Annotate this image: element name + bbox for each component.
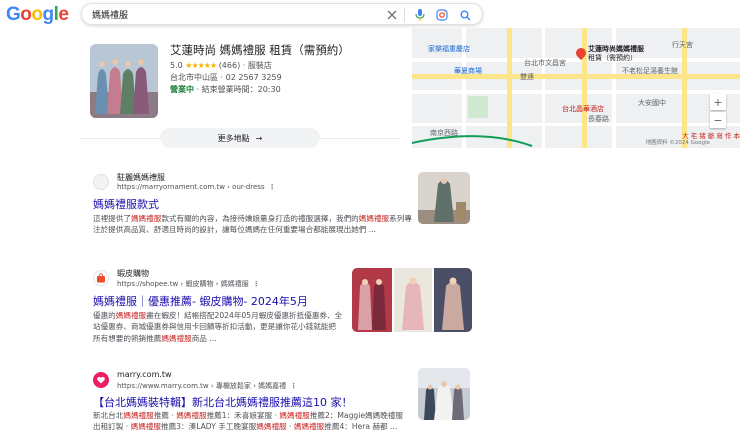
snippet-text: 推薦3：湊LADY 手工晚宴服	[161, 422, 257, 432]
result-thumbnail[interactable]	[418, 172, 470, 224]
search-divider	[404, 8, 405, 22]
more-options-icon[interactable]: ⋮	[253, 280, 260, 288]
header: Google	[0, 0, 740, 28]
shopee-favicon-icon	[93, 270, 109, 286]
business-name[interactable]: 艾蓮時尚 媽媽禮服 租賃（需預約）	[170, 42, 350, 58]
more-options-icon[interactable]: ⋮	[269, 183, 276, 191]
snippet-highlight: 媽媽禮服	[358, 214, 390, 223]
search-result[interactable]: marry.com.tw https://www.marry.com.tw › …	[93, 370, 413, 448]
product-thumbnail[interactable]	[434, 268, 472, 332]
result-snippet: 這裡提供了媽媽禮服款式有關的內容，為接待嬌娘量身打造的禮服選擇，我們的媽媽禮服系…	[93, 213, 413, 236]
site-url[interactable]: https://www.marry.com.tw › 專欄放鬆家 › 媽媽嘉禮 ⋮	[117, 381, 297, 391]
google-logo[interactable]: Google	[6, 4, 69, 26]
business-photo[interactable]	[90, 44, 158, 118]
map-label-shop2[interactable]: 租賃（需預約）	[588, 53, 637, 63]
result-snippet: 優惠的媽媽禮服盡在蝦皮！結帳搭配2024年05月蝦皮優惠折抵優惠券、全站優惠券、…	[93, 310, 343, 344]
map-label-dalong: 大安國中	[638, 99, 666, 107]
snippet-highlight: 媽媽禮服	[176, 411, 207, 420]
business-hours: 營業中 · 結束營業時間：20:30	[170, 84, 281, 95]
logo-letter: o	[20, 4, 32, 25]
site-name[interactable]: 蝦皮購物	[117, 268, 149, 279]
logo-letter: g	[42, 4, 55, 25]
more-places-label: 更多地點	[217, 133, 250, 143]
search-input[interactable]	[92, 7, 362, 22]
site-url[interactable]: https://shopee.tw › 蝦皮購物 › 媽媽禮服 ⋮	[117, 279, 260, 289]
voice-search-icon[interactable]	[412, 7, 428, 23]
site-url[interactable]: https://marryornament.com.tw › our-dress…	[117, 183, 276, 191]
site-favicon-icon	[93, 174, 109, 190]
search-result[interactable]: 蝦皮購物 https://shopee.tw › 蝦皮購物 › 媽媽禮服 ⋮ 媽媽…	[93, 268, 353, 352]
zoom-out-button[interactable]: −	[710, 112, 726, 128]
business-category: · 服裝店	[242, 61, 272, 70]
lens-search-icon[interactable]	[434, 7, 450, 23]
snippet-highlight: 媽媽禮服	[115, 311, 147, 320]
map-label-nanjing: 南京西路	[430, 129, 458, 137]
logo-letter: G	[6, 4, 21, 25]
snippet-highlight: 媽媽禮服	[130, 214, 162, 223]
search-result[interactable]: 駐麗媽媽禮服 https://marryornament.com.tw › ou…	[93, 172, 423, 250]
result-snippet: 新北台北媽媽禮服推薦 · 媽媽禮服推薦1：禾喜娘宴服 · 媽媽禮服推薦2：Mag…	[93, 410, 405, 433]
more-places-button[interactable]: 更多地點 →	[160, 128, 320, 148]
clear-icon[interactable]	[384, 7, 400, 23]
map-label-xingtian[interactable]: 行天宮	[672, 40, 693, 50]
zoom-in-button[interactable]: +	[710, 94, 726, 110]
map-label-taipei-hotel[interactable]: 台北晶華酒店	[562, 104, 604, 114]
snippet-text: 款式有關的內容，為接待嬌娘量身打造的禮服選擇，我們的	[161, 214, 359, 223]
result-title[interactable]: 媽媽禮服｜優惠推薦- 蝦皮購物- 2024年5月	[93, 293, 308, 309]
snippet-highlight: 媽媽禮服	[130, 422, 161, 432]
closing-time: · 結束營業時間：20:30	[194, 85, 281, 94]
more-options-icon[interactable]: ⋮	[290, 382, 297, 390]
star-rating-icon: ★★★★★	[185, 61, 217, 70]
snippet-highlight: 媽媽禮服	[256, 422, 287, 432]
search-box[interactable]	[81, 3, 483, 25]
product-thumbnail[interactable]	[352, 268, 392, 332]
result-title[interactable]: 【台北媽媽裝特輯】新北台北媽媽禮服推薦這10 家！	[93, 394, 353, 410]
snippet-text: 優惠的	[93, 311, 116, 320]
review-count[interactable]: (466)	[219, 61, 241, 70]
business-rating: 5.0 ★★★★★ (466) · 服裝店	[170, 60, 272, 71]
search-icon[interactable]	[457, 7, 473, 23]
snippet-text: 推薦1：禾喜娘宴服 ·	[206, 411, 280, 420]
business-card[interactable]: 艾蓮時尚 媽媽禮服 租賃（需預約） 5.0 ★★★★★ (466) · 服裝店 …	[90, 40, 400, 128]
map-label-wenchang[interactable]: 台北市文昌宮	[524, 58, 566, 68]
snippet-text: 商品 ...	[191, 333, 217, 343]
site-url-text: https://marryornament.com.tw › our-dress	[117, 183, 265, 191]
snippet-highlight: 媽媽禮服	[123, 411, 154, 420]
result-title[interactable]: 媽媽禮服款式	[93, 196, 159, 212]
business-address: 台北市中山區 · 02 2567 3259	[170, 73, 282, 82]
result-thumbnail[interactable]	[418, 368, 470, 420]
site-name[interactable]: 駐麗媽媽禮服	[117, 172, 165, 183]
logo-letter: e	[58, 4, 69, 25]
snippet-text: 推薦 ·	[153, 411, 177, 420]
map-label-huaxi[interactable]: 華夏商場	[454, 66, 482, 76]
marry-favicon-icon	[93, 372, 109, 388]
site-url-text: https://shopee.tw › 蝦皮購物 › 媽媽禮服	[117, 280, 249, 288]
site-url-text: https://www.marry.com.tw › 專欄放鬆家 › 媽媽嘉禮	[117, 382, 287, 390]
snippet-highlight: 媽媽禮服	[279, 411, 310, 420]
snippet-text: 推薦4：Hera 赫都 ...	[324, 422, 398, 432]
product-thumbnail[interactable]	[394, 268, 432, 332]
snippet-highlight: 媽媽禮服	[161, 333, 192, 343]
snippet-text: 新北台北	[93, 411, 124, 420]
map-label-carrefour[interactable]: 家樂福重慶店	[428, 44, 470, 54]
snippet-highlight: 媽媽禮服	[293, 422, 325, 432]
map-label-xinyi[interactable]: 不老松足湯養生館	[622, 66, 678, 76]
map-label-shuangtian[interactable]: 雙連	[520, 72, 534, 82]
logo-letter: o	[31, 4, 43, 25]
site-name[interactable]: marry.com.tw	[117, 370, 172, 379]
rating-value: 5.0	[170, 61, 183, 70]
map-label-changan: 長春路	[588, 115, 609, 123]
arrow-right-icon: →	[255, 133, 263, 143]
snippet-text: ·	[286, 422, 294, 432]
open-status: 營業中	[170, 85, 194, 94]
result-image-strip[interactable]	[352, 268, 472, 332]
map[interactable]: 艾蓮時尚媽媽禮服 租賃（需預約） 家樂福重慶店 華夏商場 台北市文昌宮 行天宮 …	[412, 28, 740, 148]
snippet-text: 這裡提供了	[93, 214, 131, 223]
map-credit: 地圖資料 ©2024 Google	[645, 140, 710, 146]
